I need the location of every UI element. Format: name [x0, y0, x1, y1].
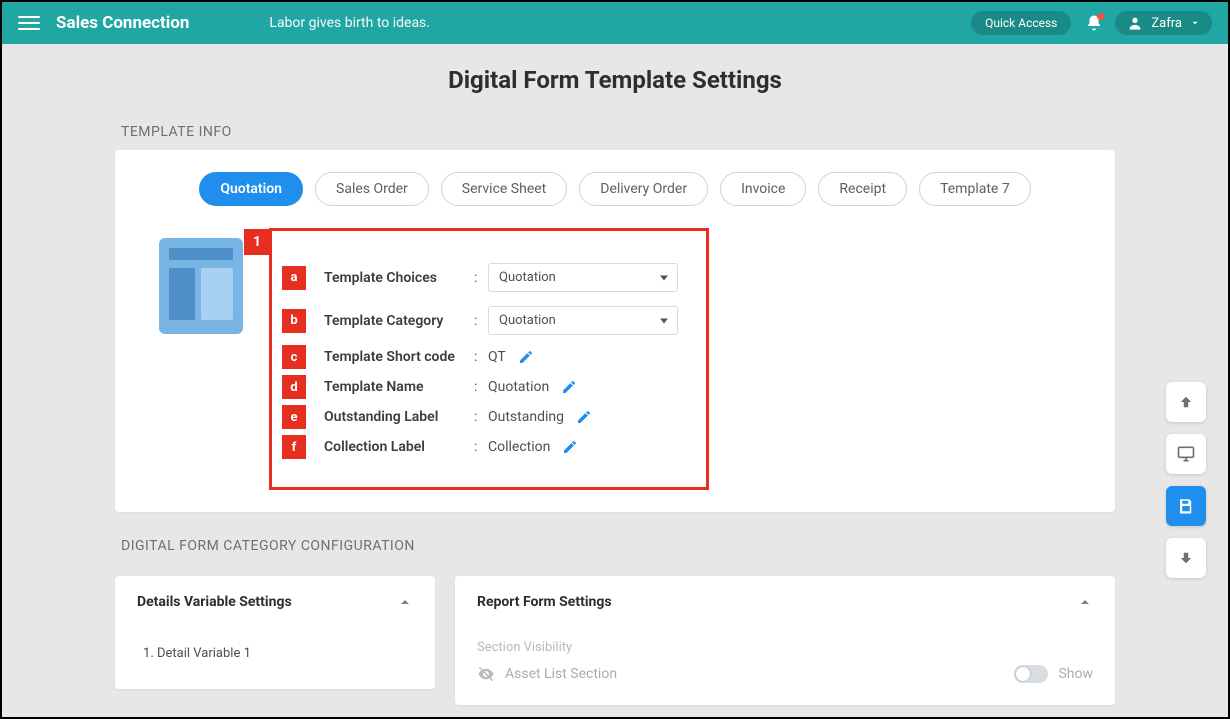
- tab-service-sheet[interactable]: Service Sheet: [441, 172, 567, 206]
- field-value: Collection: [488, 439, 550, 455]
- quick-access-button[interactable]: Quick Access: [971, 11, 1071, 35]
- field-label: Template Category: [324, 313, 474, 329]
- report-form-title: Report Form Settings: [477, 594, 612, 610]
- annotation-letter: f: [282, 435, 306, 459]
- details-variable-panel: Details Variable Settings Detail Variabl…: [115, 576, 435, 689]
- form-row-collection-label: fCollection Label:Collection: [324, 439, 686, 455]
- annotation-letter: d: [282, 375, 306, 399]
- user-menu[interactable]: Zafra: [1115, 11, 1212, 35]
- report-form-panel: Report Form Settings Section Visibility …: [455, 576, 1115, 705]
- form-row-template-category: bTemplate Category:Quotation: [324, 306, 686, 335]
- colon: :: [474, 349, 488, 365]
- form-row-template-name: dTemplate Name:Quotation: [324, 379, 686, 395]
- annotation-letter: b: [282, 309, 306, 333]
- annotation-letter: a: [282, 266, 306, 290]
- floating-actions: [1166, 382, 1206, 578]
- chevron-down-icon: [1190, 18, 1200, 28]
- scroll-down-button[interactable]: [1166, 538, 1206, 578]
- template-info-card: Quotation Sales Order Service Sheet Deliver…: [115, 150, 1115, 512]
- field-label: Template Name: [324, 379, 474, 395]
- field-label: Outstanding Label: [324, 409, 474, 425]
- toggle-show-label: Show: [1058, 666, 1093, 682]
- template-category-select[interactable]: Quotation: [488, 306, 678, 335]
- field-value: Outstanding: [488, 409, 564, 425]
- section-template-info: TEMPLATE INFO: [121, 124, 1115, 140]
- annotation-letter: c: [282, 345, 306, 369]
- section-visibility-label: Section Visibility: [477, 640, 1093, 655]
- preview-button[interactable]: [1166, 434, 1206, 474]
- tab-receipt[interactable]: Receipt: [818, 172, 907, 206]
- template-choices-select[interactable]: Quotation: [488, 263, 678, 292]
- topbar: Sales Connection Labor gives birth to id…: [2, 2, 1228, 44]
- tab-quotation[interactable]: Quotation: [199, 172, 303, 206]
- page-title: Digital Form Template Settings: [115, 66, 1115, 94]
- save-button[interactable]: [1166, 486, 1206, 526]
- chevron-up-icon: [1077, 594, 1093, 610]
- form-row-outstanding-label: eOutstanding Label:Outstanding: [324, 409, 686, 425]
- field-value: Quotation: [488, 379, 549, 395]
- colon: :: [474, 270, 488, 286]
- field-label: Template Choices: [324, 270, 474, 286]
- field-value: QT: [488, 349, 506, 365]
- user-name: Zafra: [1151, 16, 1182, 31]
- edit-icon[interactable]: [576, 409, 592, 425]
- field-label: Template Short code: [324, 349, 474, 365]
- scroll-up-button[interactable]: [1166, 382, 1206, 422]
- section-category-config: DIGITAL FORM CATEGORY CONFIGURATION: [121, 538, 1115, 554]
- list-item[interactable]: Detail Variable 1: [157, 640, 413, 667]
- form-row-template-short-code: cTemplate Short code:QT: [324, 349, 686, 365]
- colon: :: [474, 409, 488, 425]
- details-variable-title: Details Variable Settings: [137, 594, 292, 610]
- colon: :: [474, 313, 488, 329]
- edit-icon[interactable]: [518, 349, 534, 365]
- eye-off-icon: [477, 665, 495, 683]
- edit-icon[interactable]: [562, 439, 578, 455]
- notification-icon[interactable]: [1085, 14, 1103, 32]
- tab-template-7[interactable]: Template 7: [919, 172, 1031, 206]
- asset-list-toggle[interactable]: [1014, 665, 1048, 683]
- chevron-up-icon: [397, 594, 413, 610]
- colon: :: [474, 439, 488, 455]
- annotation-letter: e: [282, 405, 306, 429]
- tagline: Labor gives birth to ideas.: [269, 15, 430, 31]
- edit-icon[interactable]: [561, 379, 577, 395]
- tab-sales-order[interactable]: Sales Order: [315, 172, 429, 206]
- tab-delivery-order[interactable]: Delivery Order: [579, 172, 708, 206]
- brand-title: Sales Connection: [56, 13, 189, 33]
- field-label: Collection Label: [324, 439, 474, 455]
- document-icon: [159, 238, 243, 334]
- tab-invoice[interactable]: Invoice: [720, 172, 806, 206]
- asset-list-label: Asset List Section: [505, 666, 617, 682]
- menu-icon[interactable]: [18, 12, 40, 34]
- tabs-row: Quotation Sales Order Service Sheet Deliver…: [141, 172, 1089, 206]
- report-form-header[interactable]: Report Form Settings: [455, 576, 1115, 628]
- annotation-number: 1: [244, 229, 270, 255]
- annotation-box: 1 aTemplate Choices:QuotationbTemplate C…: [269, 228, 709, 490]
- form-row-template-choices: aTemplate Choices:Quotation: [324, 263, 686, 292]
- details-variable-header[interactable]: Details Variable Settings: [115, 576, 435, 628]
- colon: :: [474, 379, 488, 395]
